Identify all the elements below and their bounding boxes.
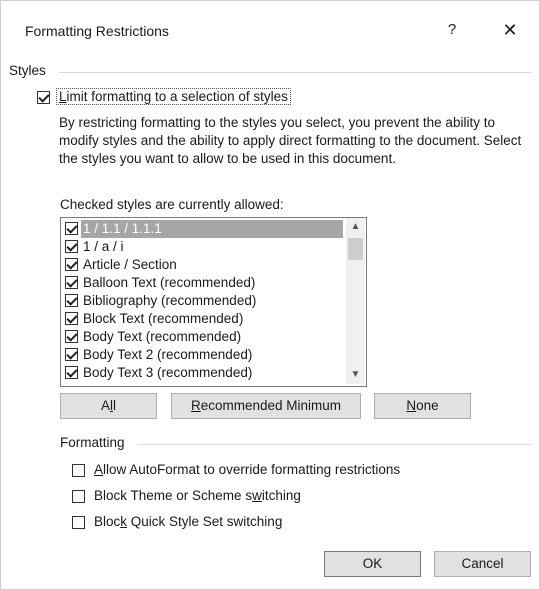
style-item-label: Body Text 2 (recommended) — [83, 347, 253, 362]
title-bar: Formatting Restrictions ? ✕ — [1, 1, 539, 55]
style-item-label: Bibliography (recommended) — [83, 293, 257, 308]
scroll-thumb[interactable] — [348, 238, 363, 260]
block-theme-accel: w — [252, 488, 262, 503]
style-list-item[interactable]: 1 / 1.1 / 1.1.1 — [61, 220, 346, 238]
style-item-checkbox[interactable] — [65, 366, 78, 379]
ok-button[interactable]: OK — [324, 551, 421, 577]
autoformat-accel: A — [94, 462, 104, 477]
style-list-item[interactable]: Balloon Text (recommended) — [61, 274, 346, 292]
scroll-up-icon[interactable]: ▲ — [346, 218, 365, 236]
style-item-checkbox[interactable] — [65, 222, 78, 235]
list-caption: Checked styles are currently allowed: — [60, 197, 284, 212]
block-theme-label-pre: Block Theme or Scheme s — [94, 488, 253, 503]
style-item-label: Block Text (recommended) — [83, 311, 244, 326]
formatting-restrictions-dialog: Formatting Restrictions ? ✕ Styles Limit… — [0, 0, 540, 590]
quick-style-accel: k — [120, 514, 128, 529]
limit-formatting-checkbox[interactable] — [37, 91, 50, 104]
style-list-item[interactable]: 1 / a / i — [61, 238, 346, 256]
style-item-checkbox[interactable] — [65, 240, 78, 253]
style-item-label: Article / Section — [83, 257, 177, 272]
style-list-item[interactable]: Body Text (recommended) — [61, 328, 346, 346]
recommended-minimum-button[interactable]: Recommended Minimum — [171, 393, 361, 419]
style-item-checkbox[interactable] — [65, 348, 78, 361]
autoformat-label-post: llow AutoFormat to override formatting r… — [103, 462, 401, 477]
style-item-label: Body Text (recommended) — [83, 329, 242, 344]
style-item-checkbox[interactable] — [65, 258, 78, 271]
styles-listbox[interactable]: 1 / 1.1 / 1.1.1 1 / a / i Article / Sect… — [60, 217, 367, 387]
cancel-button[interactable]: Cancel — [434, 551, 531, 577]
quick-style-label[interactable]: Block Quick Style Set switching — [94, 514, 282, 529]
formatting-group-divider — [137, 444, 531, 445]
style-item-label: Balloon Text (recommended) — [83, 275, 256, 290]
all-button-label-pre: A — [100, 398, 110, 413]
styles-group-divider — [59, 72, 531, 73]
style-item-label: 1 / a / i — [83, 239, 124, 254]
quick-style-label-post: Quick Style Set switching — [127, 514, 283, 529]
style-list-item[interactable]: Bibliography (recommended) — [61, 292, 346, 310]
block-theme-label[interactable]: Block Theme or Scheme switching — [94, 488, 301, 503]
style-item-checkbox[interactable] — [65, 330, 78, 343]
all-button-label-post: l — [113, 398, 116, 413]
style-item-checkbox[interactable] — [65, 312, 78, 325]
formatting-group-label: Formatting — [60, 435, 125, 450]
help-button[interactable]: ? — [437, 15, 467, 45]
style-item-checkbox[interactable] — [65, 276, 78, 289]
scroll-down-icon[interactable]: ▼ — [346, 366, 365, 384]
quick-style-label-pre: Bloc — [94, 514, 121, 529]
style-item-label: Body Text 3 (recommended) — [83, 365, 253, 380]
style-list-item[interactable]: Block Text (recommended) — [61, 310, 346, 328]
dialog-title: Formatting Restrictions — [25, 23, 169, 39]
block-theme-label-post: itching — [261, 488, 301, 503]
style-list-item[interactable]: Article / Section — [61, 256, 346, 274]
all-button[interactable]: All — [60, 393, 157, 419]
restriction-description: By restricting formatting to the styles … — [59, 115, 522, 166]
none-button[interactable]: None — [374, 393, 471, 419]
none-button-accel: N — [406, 398, 417, 413]
autoformat-label[interactable]: Allow AutoFormat to override formatting … — [94, 462, 400, 477]
recommended-button-label-post: ecommended Minimum — [200, 398, 342, 413]
recommended-button-accel: R — [190, 398, 201, 413]
autoformat-checkbox[interactable] — [72, 464, 85, 477]
limit-formatting-label[interactable]: Limit formatting to a selection of style… — [56, 88, 291, 105]
listbox-scrollbar[interactable]: ▲ ▼ — [346, 218, 365, 384]
limit-formatting-accel: L — [59, 89, 67, 104]
none-button-label-post: one — [416, 398, 439, 413]
quick-style-checkbox[interactable] — [72, 516, 85, 529]
styles-group-label: Styles — [9, 63, 46, 78]
block-theme-checkbox[interactable] — [72, 490, 85, 503]
style-item-checkbox[interactable] — [65, 294, 78, 307]
style-list-item[interactable]: Body Text 3 (recommended) — [61, 364, 346, 382]
close-button[interactable]: ✕ — [495, 15, 525, 45]
style-list-item[interactable]: Body Text 2 (recommended) — [61, 346, 346, 364]
style-item-label: 1 / 1.1 / 1.1.1 — [81, 220, 343, 238]
limit-formatting-label-post: imit formatting to a selection of styles — [66, 89, 288, 104]
